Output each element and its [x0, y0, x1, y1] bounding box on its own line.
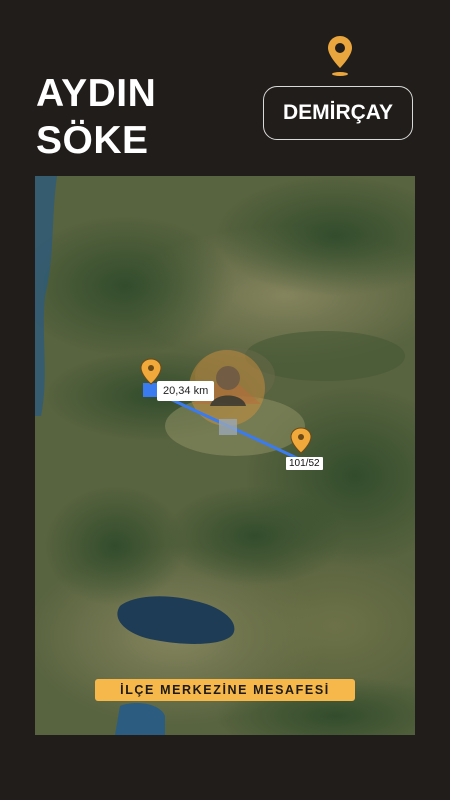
parcel-label: 101/52 — [286, 457, 323, 470]
map-overlay — [140, 350, 312, 462]
distance-banner: İLÇE MERKEZİNE MESAFESİ — [95, 679, 355, 701]
location-pin-icon — [328, 36, 352, 76]
city-title: AYDIN — [36, 72, 157, 115]
distance-label: 20,34 km — [157, 381, 215, 401]
district-title: SÖKE — [36, 119, 149, 162]
satellite-map[interactable]: 20,34 km 101/52 İLÇE MERKEZİNE MESAFESİ — [35, 176, 415, 735]
start-marker[interactable] — [143, 383, 157, 397]
destination-box: DEMİRÇAY — [263, 86, 413, 140]
destination-pin-icon[interactable] — [290, 427, 312, 454]
midpoint-marker — [219, 419, 237, 435]
